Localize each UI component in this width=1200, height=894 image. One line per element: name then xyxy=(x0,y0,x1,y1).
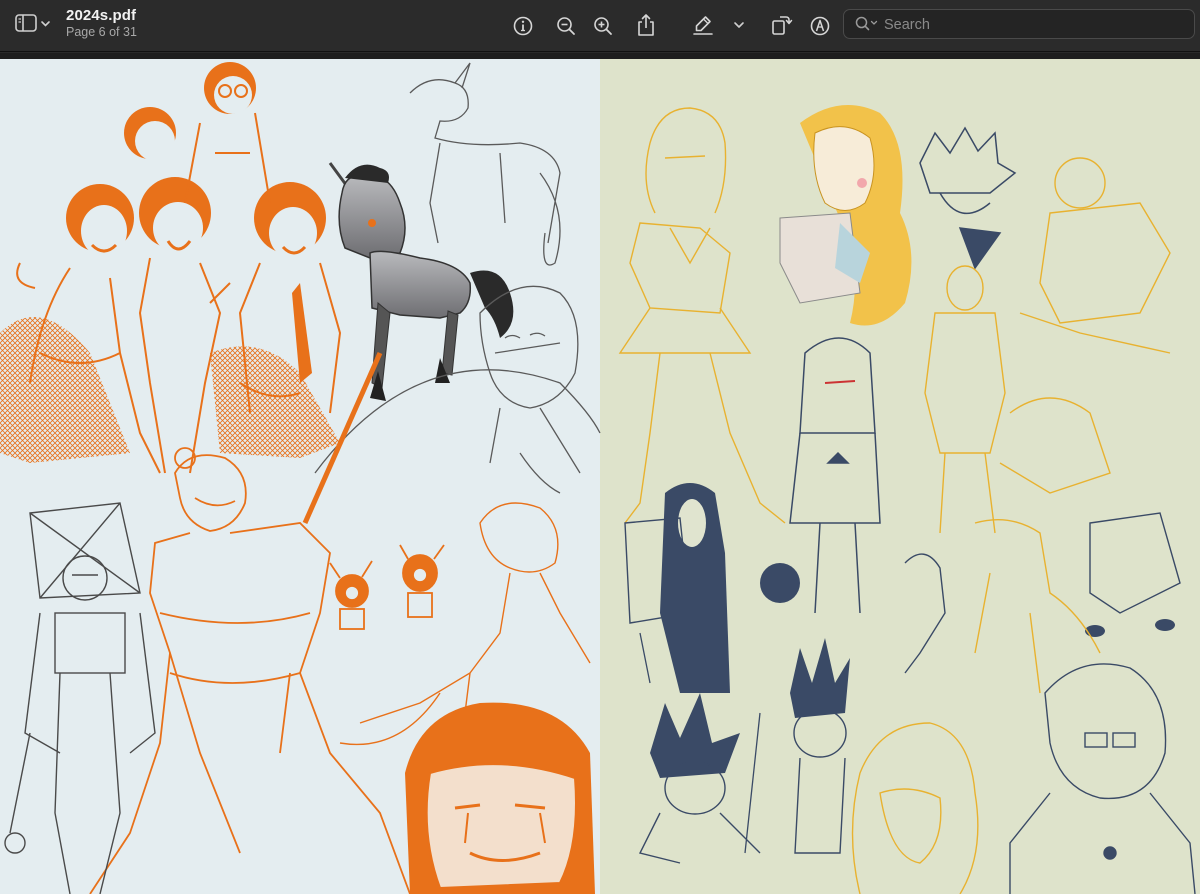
sketchbook-page-illustration xyxy=(0,53,1200,894)
toolbar: 2024s.pdf Page 6 of 31 xyxy=(0,0,1200,52)
markup-pen-icon xyxy=(809,15,831,37)
rotate-button[interactable] xyxy=(766,9,796,41)
sidebar-icon xyxy=(14,12,54,36)
zoom-out-icon xyxy=(555,15,577,37)
search-field[interactable] xyxy=(843,9,1195,39)
orange-crying-face-drawing xyxy=(405,702,595,894)
highlight-button[interactable] xyxy=(688,10,718,40)
share-button[interactable] xyxy=(631,9,661,41)
page-indicator: Page 6 of 31 xyxy=(66,25,137,39)
info-button[interactable] xyxy=(508,11,538,41)
zoom-in-icon xyxy=(592,15,614,37)
share-icon xyxy=(635,12,657,38)
highlight-options-button[interactable] xyxy=(728,12,750,38)
sidebar-toggle-button[interactable] xyxy=(14,12,54,36)
search-input[interactable] xyxy=(882,14,1186,36)
info-icon xyxy=(512,15,534,37)
search-icon xyxy=(854,15,880,33)
chevron-down-icon xyxy=(732,19,746,31)
document-title[interactable]: 2024s.pdf xyxy=(66,7,136,24)
zoom-in-button[interactable] xyxy=(588,11,618,41)
markup-button[interactable] xyxy=(805,11,835,41)
zoom-out-button[interactable] xyxy=(551,11,581,41)
rotate-icon xyxy=(769,12,793,38)
highlighter-icon xyxy=(691,13,715,37)
document-page[interactable] xyxy=(0,53,1200,894)
